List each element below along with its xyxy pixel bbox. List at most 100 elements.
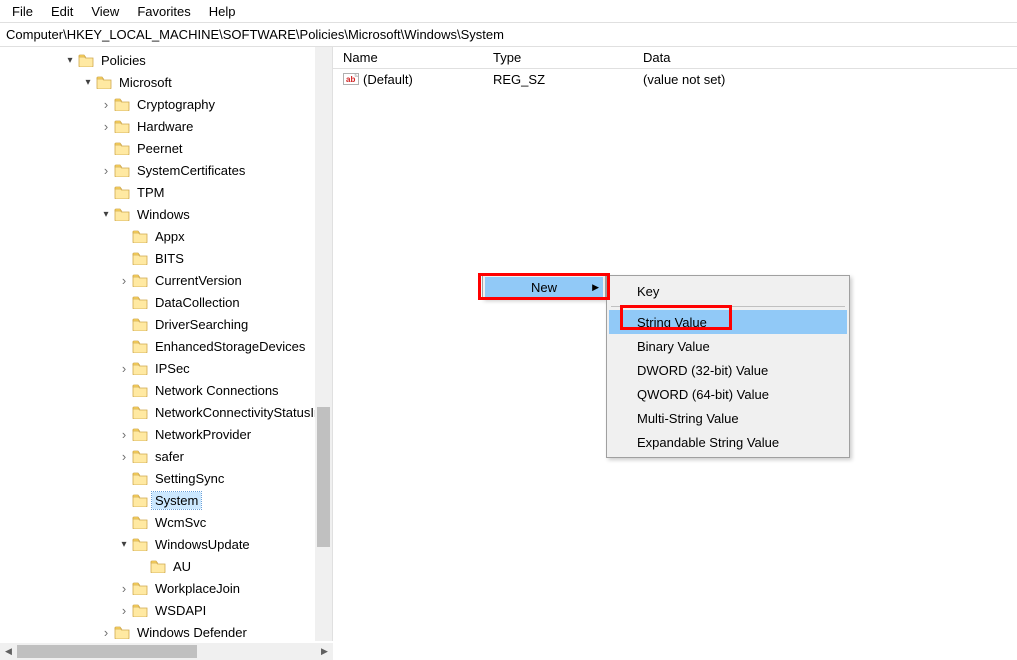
chevron-down-icon[interactable]: ▾ — [62, 52, 78, 68]
context-menu-item-new[interactable]: New ▶ — [485, 277, 603, 297]
scroll-left-icon[interactable]: ◀ — [0, 643, 17, 660]
tree-node-label: Windows Defender — [134, 624, 250, 641]
tree-node[interactable]: › NetworkProvider — [0, 423, 315, 445]
column-header-name[interactable]: Name — [333, 50, 483, 65]
tree-node[interactable]: ▾ Windows — [0, 203, 315, 225]
tree-node[interactable]: ▾Policies — [0, 49, 315, 71]
tree-horizontal-scrollbar[interactable]: ◀ ▶ — [0, 643, 333, 660]
folder-icon — [150, 559, 166, 573]
folder-icon — [132, 273, 148, 287]
tree-node[interactable]: SettingSync — [0, 467, 315, 489]
tree-node-label: safer — [152, 448, 187, 465]
menu-item[interactable]: String Value — [609, 310, 847, 334]
menu-item[interactable]: DWORD (32-bit) Value — [609, 358, 847, 382]
chevron-right-icon[interactable]: › — [98, 624, 114, 640]
chevron-right-icon[interactable]: › — [116, 272, 132, 288]
chevron-right-icon[interactable]: › — [116, 602, 132, 618]
tree-node-label: System — [152, 492, 201, 509]
tree-node[interactable]: › Windows Defender — [0, 621, 315, 641]
chevron-right-icon[interactable]: › — [116, 360, 132, 376]
tree-node[interactable]: ▾Microsoft — [0, 71, 315, 93]
tree-node[interactable]: ›SystemCertificates — [0, 159, 315, 181]
tree-node[interactable]: › safer — [0, 445, 315, 467]
tree-node[interactable]: ▾ WindowsUpdate — [0, 533, 315, 555]
folder-icon — [96, 75, 112, 89]
folder-icon — [132, 361, 148, 375]
menu-view[interactable]: View — [83, 2, 127, 21]
chevron-right-icon[interactable]: › — [116, 448, 132, 464]
registry-tree[interactable]: ▾Policies▾Microsoft › Cryptography ›Hardwar… — [0, 47, 315, 641]
menu-item[interactable]: Key — [609, 279, 847, 303]
tree-node[interactable]: ›Hardware — [0, 115, 315, 137]
menu-item[interactable]: Expandable String Value — [609, 430, 847, 454]
tree-node[interactable]: DataCollection — [0, 291, 315, 313]
menu-favorites[interactable]: Favorites — [129, 2, 198, 21]
tree-node[interactable]: ›IPSec — [0, 357, 315, 379]
scrollbar-track[interactable] — [17, 643, 316, 660]
chevron-right-icon[interactable]: › — [98, 162, 114, 178]
tree-vertical-scrollbar[interactable] — [315, 47, 332, 641]
menu-file[interactable]: File — [4, 2, 41, 21]
folder-icon — [132, 295, 148, 309]
chevron-right-icon[interactable]: › — [98, 96, 114, 112]
menu-item-label: String Value — [637, 315, 707, 330]
menu-item[interactable]: Multi-String Value — [609, 406, 847, 430]
menu-item-label: New — [531, 280, 557, 295]
scroll-right-icon[interactable]: ▶ — [316, 643, 333, 660]
scrollbar-thumb[interactable] — [317, 407, 330, 547]
tree-node[interactable]: EnhancedStorageDevices — [0, 335, 315, 357]
folder-icon — [114, 97, 130, 111]
tree-node[interactable]: DriverSearching — [0, 313, 315, 335]
column-header-data[interactable]: Data — [633, 50, 1017, 65]
tree-node[interactable]: AU — [0, 555, 315, 577]
tree-node-label: Windows — [134, 206, 193, 223]
value-type: REG_SZ — [483, 72, 633, 87]
value-data: (value not set) — [633, 72, 1017, 87]
context-submenu-new[interactable]: Key String Value Binary Value DWORD (32-bit… — [606, 275, 850, 458]
chevron-down-icon[interactable]: ▾ — [98, 206, 114, 222]
tree-node[interactable]: BITS — [0, 247, 315, 269]
menu-item-label: Expandable String Value — [637, 435, 779, 450]
tree-node[interactable]: Peernet — [0, 137, 315, 159]
tree-node[interactable]: NetworkConnectivityStatusIndicator — [0, 401, 315, 423]
folder-icon — [132, 603, 148, 617]
menu-item-label: DWORD (32-bit) Value — [637, 363, 768, 378]
tree-node-label: NetworkProvider — [152, 426, 254, 443]
folder-icon — [132, 515, 148, 529]
chevron-right-icon[interactable]: › — [98, 118, 114, 134]
folder-icon — [132, 449, 148, 463]
list-header[interactable]: Name Type Data — [333, 47, 1017, 69]
scrollbar-thumb[interactable] — [17, 645, 197, 658]
menu-item-label: Multi-String Value — [637, 411, 739, 426]
tree-node[interactable]: TPM — [0, 181, 315, 203]
tree-node[interactable]: System — [0, 489, 315, 511]
tree-node[interactable]: ›CurrentVersion — [0, 269, 315, 291]
menu-item[interactable]: QWORD (64-bit) Value — [609, 382, 847, 406]
list-row[interactable]: (Default)REG_SZ(value not set) — [333, 69, 1017, 89]
tree-node-label: Cryptography — [134, 96, 218, 113]
tree-node-label: WorkplaceJoin — [152, 580, 243, 597]
folder-icon — [132, 471, 148, 485]
address-bar[interactable]: Computer\HKEY_LOCAL_MACHINE\SOFTWARE\Pol… — [0, 23, 1017, 46]
menu-help[interactable]: Help — [201, 2, 244, 21]
menu-item-label: QWORD (64-bit) Value — [637, 387, 769, 402]
chevron-down-icon[interactable]: ▾ — [116, 536, 132, 552]
tree-node[interactable]: › WorkplaceJoin — [0, 577, 315, 599]
chevron-down-icon[interactable]: ▾ — [80, 74, 96, 90]
folder-icon — [114, 141, 130, 155]
context-menu-parent[interactable]: New ▶ — [482, 275, 606, 299]
chevron-right-icon[interactable]: › — [116, 426, 132, 442]
tree-node[interactable]: › Cryptography — [0, 93, 315, 115]
chevron-right-icon[interactable]: › — [116, 580, 132, 596]
tree-node[interactable]: Network Connections — [0, 379, 315, 401]
menu-item[interactable]: Binary Value — [609, 334, 847, 358]
menu-edit[interactable]: Edit — [43, 2, 81, 21]
tree-node-label: WindowsUpdate — [152, 536, 253, 553]
tree-node[interactable]: ›WSDAPI — [0, 599, 315, 621]
tree-node[interactable]: Appx — [0, 225, 315, 247]
tree-node-label: BITS — [152, 250, 187, 267]
column-header-type[interactable]: Type — [483, 50, 633, 65]
tree-node[interactable]: WcmSvc — [0, 511, 315, 533]
tree-node-label: SettingSync — [152, 470, 227, 487]
tree-node-label: WcmSvc — [152, 514, 209, 531]
